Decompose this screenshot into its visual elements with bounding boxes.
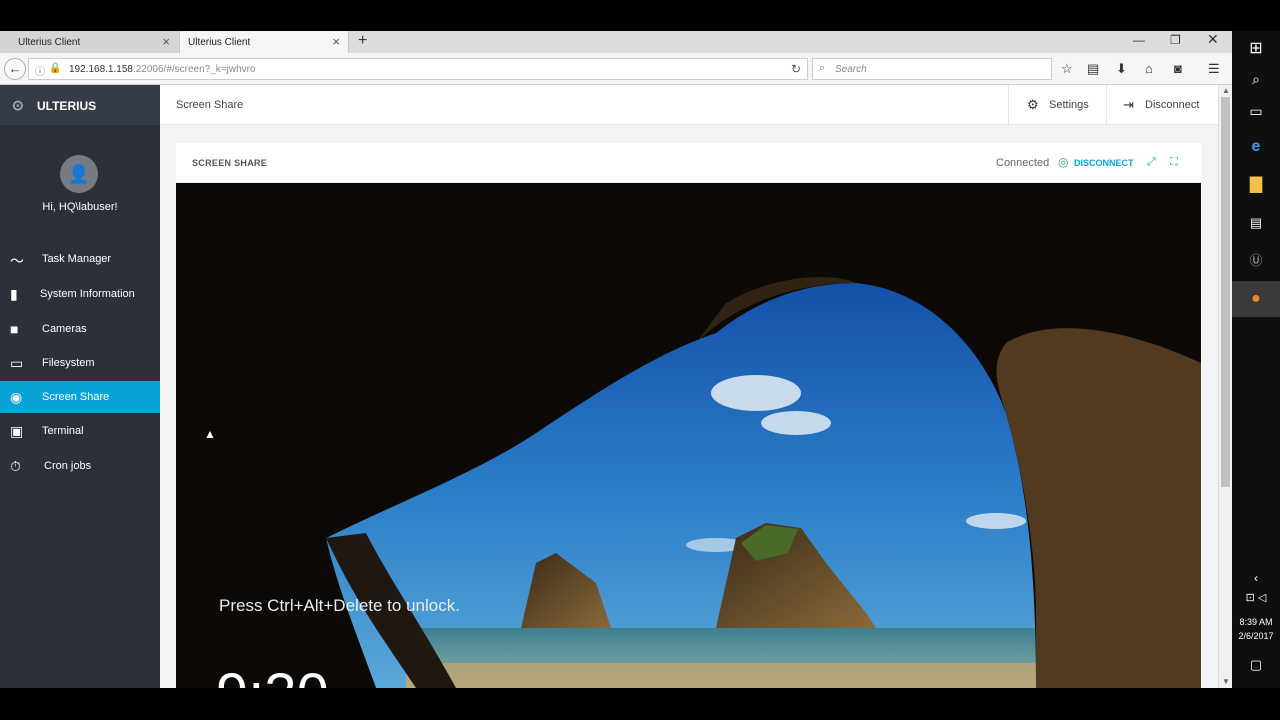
tab-ulterius-2[interactable]: Ulterius Client × xyxy=(179,31,349,53)
sidebar-item-terminal[interactable]: ▣ Terminal xyxy=(0,415,160,447)
bookmark-star-icon[interactable]: ☆ xyxy=(1061,61,1073,77)
new-tab-button[interactable]: + xyxy=(358,32,367,50)
settings-label: Settings xyxy=(1049,99,1089,111)
brand-name: ULTERIUS xyxy=(37,99,97,113)
page-title: Screen Share xyxy=(176,99,244,111)
expand-icon[interactable]: ⤢ xyxy=(1147,156,1156,169)
sidebar-item-system-information[interactable]: ▮ System Information xyxy=(0,278,160,310)
terminal-icon: ▣ xyxy=(10,423,24,439)
back-button[interactable]: ← xyxy=(4,58,26,80)
pocket-icon[interactable]: ◙ xyxy=(1174,61,1182,76)
sidebar-item-label: Task Manager xyxy=(42,253,112,265)
avatar: 👤 xyxy=(60,155,98,193)
connection-status: Connected xyxy=(996,157,1050,169)
tab-ulterius-1[interactable]: Ulterius Client × xyxy=(0,31,178,53)
user-icon: 👤 xyxy=(67,164,91,184)
tab-label: Ulterius Client xyxy=(18,37,81,48)
download-icon[interactable]: ⬇ xyxy=(1116,61,1127,77)
command-prompt-icon[interactable]: ▤ xyxy=(1232,205,1280,241)
url-host: 192.168.1.158 xyxy=(69,64,133,75)
reload-icon[interactable]: ↻ xyxy=(791,62,801,76)
sidebar-item-label: Cron jobs xyxy=(44,460,92,472)
url-bar[interactable]: ⓘ 🔒 192.168.1.158:22006/#/screen?_k=jwhv… xyxy=(28,58,808,80)
browser-window: Ulterius Client × Ulterius Client × + — … xyxy=(0,31,1232,688)
action-center-icon[interactable]: ▢ xyxy=(1232,657,1280,673)
minimize-icon[interactable]: — xyxy=(1133,33,1145,47)
gear-icon: ⚙ xyxy=(1027,97,1039,112)
sidebar-item-task-manager[interactable]: 〜 Task Manager xyxy=(0,243,160,275)
sidebar-item-cameras[interactable]: ■ Cameras xyxy=(0,313,160,345)
connected-dot-icon: ◎ xyxy=(1058,155,1069,169)
brand-header[interactable]: ⊙ ULTERIUS xyxy=(0,85,160,125)
insecure-lock-icon[interactable]: 🔒 xyxy=(49,63,61,74)
page-scrollbar[interactable]: ▲ ▼ xyxy=(1218,85,1232,688)
disconnect-label: Disconnect xyxy=(1145,99,1200,111)
search-icon[interactable]: ⌕ xyxy=(1232,61,1280,97)
sidebar-item-label: Screen Share xyxy=(42,391,110,403)
clock-time[interactable]: 8:39 AM xyxy=(1232,617,1280,627)
remote-screen[interactable]: ▲ Press Ctrl+Alt+Delete to unlock. 9:30 xyxy=(176,183,1201,688)
sidebar-item-label: Cameras xyxy=(42,323,87,335)
tab-label: Ulterius Client xyxy=(188,37,251,48)
settings-button[interactable]: ⚙ Settings xyxy=(1008,85,1106,125)
nav-toolbar: ← ⓘ 🔒 192.168.1.158:22006/#/screen?_k=jw… xyxy=(0,53,1232,85)
sidebar-item-label: Terminal xyxy=(42,425,84,437)
hard-drive-icon: ▭ xyxy=(10,355,24,371)
bar-chart-icon: ▮ xyxy=(10,286,18,302)
firefox-icon[interactable]: ● xyxy=(1232,281,1280,317)
sidebar-item-label: Filesystem xyxy=(42,357,95,369)
mouse-cursor-icon: ▲ xyxy=(204,427,216,441)
disconnect-button[interactable]: ⇥ Disconnect xyxy=(1106,85,1218,125)
sidebar: ⊙ ULTERIUS 👤 Hi, HQ\labuser! 〜 Task Mana… xyxy=(0,85,160,688)
url-path: :22006/#/screen?_k=jwhvro xyxy=(132,64,256,75)
lockscreen-clock: 9:30 xyxy=(216,661,329,688)
clock-date[interactable]: 2/6/2017 xyxy=(1232,631,1280,641)
video-camera-icon: ■ xyxy=(10,321,19,337)
show-hidden-icons-chevron-icon[interactable]: ‹ xyxy=(1232,571,1280,585)
sidebar-item-label: System Information xyxy=(40,288,135,300)
close-tab-icon[interactable]: × xyxy=(162,34,170,49)
panel-header: SCREEN SHARE Connected ◎ DISCONNECT ⤢ ⛶ xyxy=(176,143,1202,183)
web-page: ⊙ ULTERIUS 👤 Hi, HQ\labuser! 〜 Task Mana… xyxy=(0,85,1218,688)
restore-icon[interactable]: ❐ xyxy=(1170,33,1181,47)
stopwatch-icon: ⏱ xyxy=(10,458,21,474)
scroll-down-icon[interactable]: ▼ xyxy=(1222,677,1230,686)
sidebar-item-screen-share[interactable]: ◉ Screen Share xyxy=(0,381,160,413)
ulterius-logo-icon: ⊙ xyxy=(12,97,24,113)
tab-bar: Ulterius Client × Ulterius Client × + — … xyxy=(0,31,1232,53)
unlock-prompt: Press Ctrl+Alt+Delete to unlock. xyxy=(219,596,460,615)
close-window-icon[interactable]: ✕ xyxy=(1207,31,1219,48)
scrollbar-thumb[interactable] xyxy=(1221,97,1230,487)
sidebar-item-filesystem[interactable]: ▭ Filesystem xyxy=(0,347,160,379)
search-icon: ⌕ xyxy=(819,62,826,74)
sign-out-icon: ⇥ xyxy=(1123,97,1134,112)
eye-icon: ◉ xyxy=(10,389,23,405)
desktop: Ulterius Client × Ulterius Client × + — … xyxy=(0,0,1280,720)
panel-disconnect-link[interactable]: DISCONNECT xyxy=(1074,158,1134,168)
scroll-up-icon[interactable]: ▲ xyxy=(1222,86,1230,95)
pulse-icon: 〜 xyxy=(10,253,24,269)
search-placeholder: Search xyxy=(835,64,867,75)
menu-icon[interactable]: ☰ xyxy=(1208,61,1220,77)
search-input[interactable]: ⌕ Search xyxy=(812,58,1052,80)
ulterius-app-icon[interactable]: Ⓤ xyxy=(1232,243,1280,279)
clipboard-icon[interactable]: ▤ xyxy=(1087,61,1099,77)
windows-taskbar: ⊞ ⌕ ▭ e ▇ ▤ Ⓤ ● ‹ ⊡ ◁ 8:39 AM 2/6/2017 ▢ xyxy=(1232,31,1280,688)
internet-explorer-icon[interactable]: e xyxy=(1232,129,1280,165)
close-tab-icon[interactable]: × xyxy=(332,34,340,49)
info-icon[interactable]: ⓘ xyxy=(35,63,45,78)
app-topbar: Screen Share ⚙ Settings ⇥ Disconnect xyxy=(160,85,1218,125)
panel-title: SCREEN SHARE xyxy=(192,158,268,168)
home-icon[interactable]: ⌂ xyxy=(1145,61,1153,76)
back-arrow-icon: ← xyxy=(8,61,22,76)
fullscreen-icon[interactable]: ⛶ xyxy=(1170,156,1178,169)
task-view-icon[interactable]: ▭ xyxy=(1232,93,1280,129)
sidebar-item-cron-jobs[interactable]: ⏱ Cron jobs xyxy=(0,450,160,482)
greeting: Hi, HQ\labuser! xyxy=(42,201,118,213)
file-explorer-icon[interactable]: ▇ xyxy=(1232,167,1280,203)
network-volume-icon[interactable]: ⊡ ◁ xyxy=(1232,591,1280,604)
